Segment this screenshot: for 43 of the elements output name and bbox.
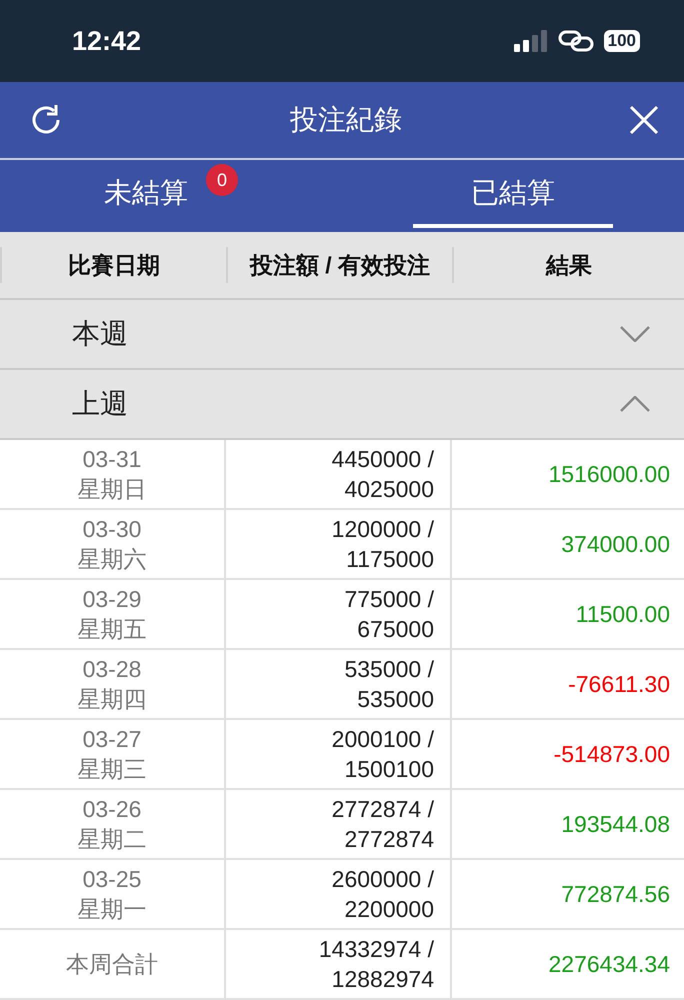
amount-cell: 1200000 / 1175000 xyxy=(226,510,452,578)
date-cell: 03-28 星期四 xyxy=(0,650,226,718)
tab[interactable]: 未結算 0 xyxy=(71,160,271,228)
result-cell-text: -514873.00 xyxy=(552,740,671,769)
close-icon xyxy=(628,104,660,136)
amount-cell: 2600000 / 2200000 xyxy=(226,860,452,928)
week-group-header[interactable]: 本週 xyxy=(0,300,684,370)
result-cell-text: -76611.30 xyxy=(567,670,671,699)
total-label: 本周合計 xyxy=(0,930,226,998)
result-cell-text: 193544.08 xyxy=(560,810,671,839)
amount-cell: 2772874 / 2772874 xyxy=(226,790,452,858)
date-cell: 03-26 星期二 xyxy=(0,790,226,858)
result-cell-text: 772874.56 xyxy=(560,880,671,909)
group-label: 本週 xyxy=(72,317,128,351)
result-cell-text: 2276434.34 xyxy=(547,950,671,979)
date-cell: 03-29 星期五 xyxy=(0,580,226,648)
count-badge: 0 xyxy=(206,164,238,196)
amount-cell: 775000 / 675000 xyxy=(226,580,452,648)
signal-icon xyxy=(514,30,548,52)
status-time: 12:42 xyxy=(72,26,142,56)
date-cell: 03-25 星期一 xyxy=(0,860,226,928)
amount-cell: 14332974 / 12882974 xyxy=(226,930,452,998)
amount-cell: 4450000 / 4025000 xyxy=(226,440,452,508)
date-cell: 03-30 星期六 xyxy=(0,510,226,578)
close-button[interactable] xyxy=(628,104,660,136)
result-cell-text: 11500.00 xyxy=(574,600,671,629)
page-title: 投注紀錄 xyxy=(290,103,402,137)
battery-level: 100 xyxy=(604,30,640,52)
tab[interactable]: 已結算 xyxy=(413,160,613,228)
date-cell: 03-31 星期日 xyxy=(0,440,226,508)
week-group-header[interactable]: 上週 xyxy=(0,370,684,440)
date-cell: 03-27 星期三 xyxy=(0,720,226,788)
column-header: 比賽日期 xyxy=(0,247,226,283)
column-header: 結果 xyxy=(452,247,684,283)
column-header: 投注額 / 有效投注 xyxy=(226,247,452,283)
chevron-down-icon xyxy=(620,326,650,342)
group-label: 上週 xyxy=(72,387,128,421)
link-icon xyxy=(558,30,594,52)
result-cell-text: 1516000.00 xyxy=(547,460,671,489)
chevron-up-icon xyxy=(620,396,650,412)
amount-cell: 2000100 / 1500100 xyxy=(226,720,452,788)
result-cell-text: 374000.00 xyxy=(560,530,671,559)
amount-cell: 535000 / 535000 xyxy=(226,650,452,718)
